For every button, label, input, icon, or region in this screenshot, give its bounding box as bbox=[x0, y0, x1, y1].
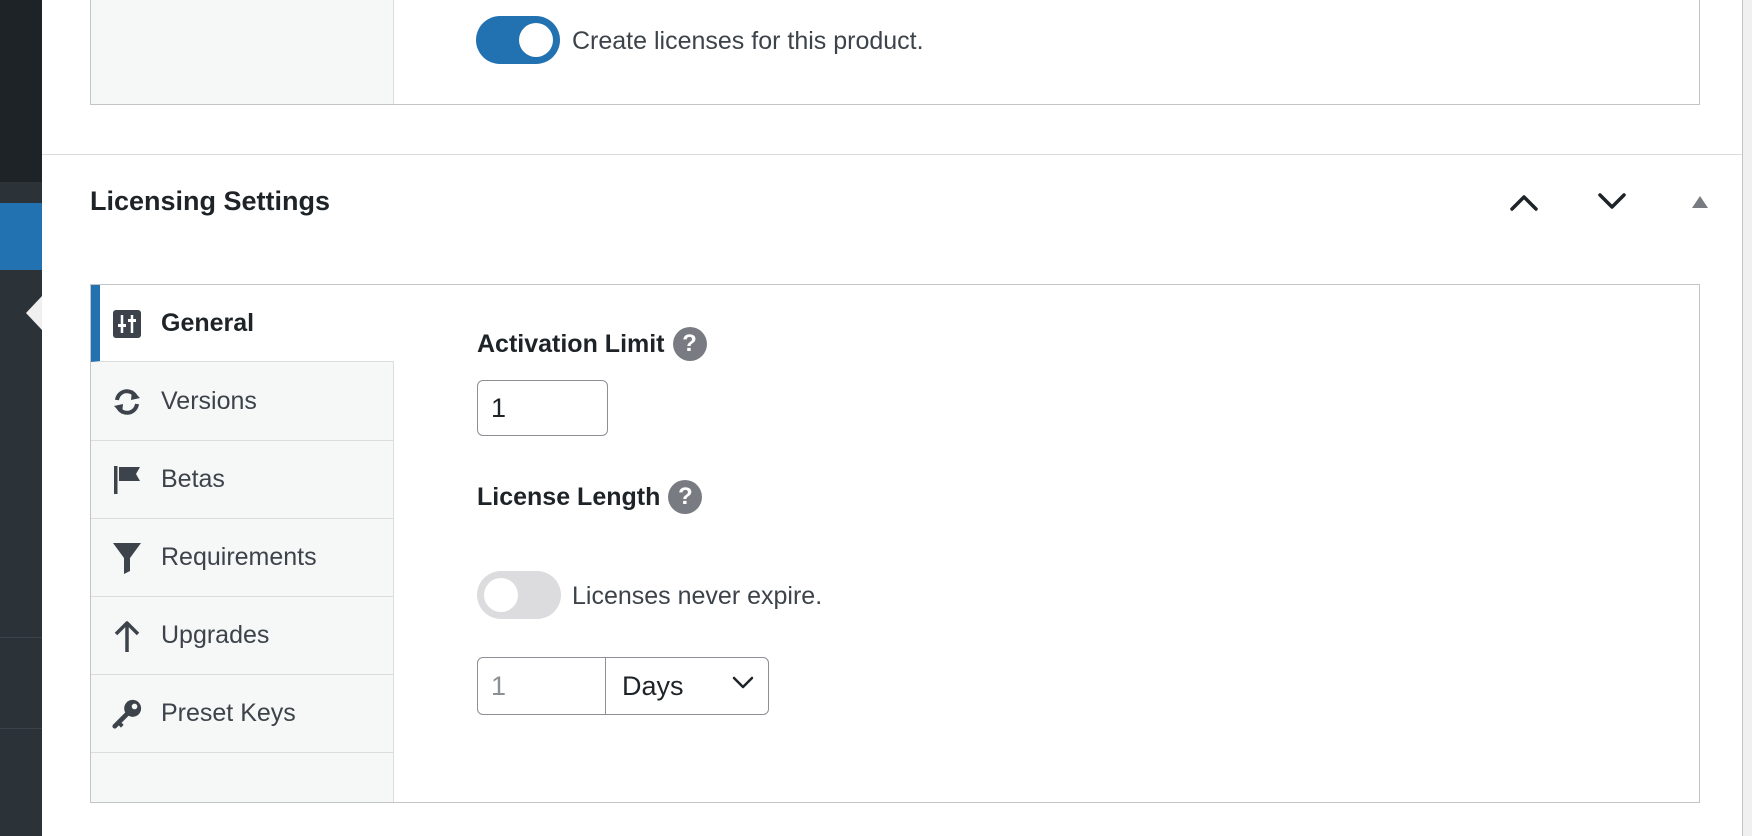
license-length-input[interactable] bbox=[478, 658, 606, 714]
settings-tab-list: General Versions Betas Requirements Upgr… bbox=[91, 285, 394, 802]
tab-betas[interactable]: Betas bbox=[91, 441, 393, 519]
license-length-label: License Length ? bbox=[477, 480, 703, 514]
never-expire-label: Licenses never expire. bbox=[572, 582, 823, 610]
move-down-button[interactable] bbox=[1588, 178, 1636, 226]
tab-label: General bbox=[161, 309, 255, 337]
chevron-down-icon bbox=[1598, 193, 1626, 209]
update-icon bbox=[111, 386, 143, 418]
licensing-settings-panel: General Versions Betas Requirements Upgr… bbox=[90, 284, 1700, 803]
admin-sidebar-dark-area bbox=[0, 0, 42, 182]
create-licenses-toggle[interactable] bbox=[476, 16, 560, 64]
license-length-control: Days bbox=[477, 657, 769, 715]
tab-label: Versions bbox=[161, 387, 257, 415]
move-up-button[interactable] bbox=[1500, 178, 1548, 226]
section-title: Licensing Settings bbox=[90, 186, 331, 216]
main-content: Create licenses for this product. Licens… bbox=[42, 0, 1743, 836]
toggle-knob bbox=[519, 23, 553, 57]
admin-menu-active-item[interactable] bbox=[0, 203, 42, 270]
license-length-unit-select[interactable]: Days bbox=[606, 658, 768, 714]
admin-menu-divider bbox=[0, 637, 42, 638]
product-options-label-column bbox=[91, 0, 394, 104]
admin-menu-divider bbox=[0, 728, 42, 729]
admin-sidebar bbox=[0, 0, 42, 836]
selected-unit: Days bbox=[622, 670, 684, 701]
help-icon[interactable]: ? bbox=[668, 480, 703, 514]
chevron-up-icon bbox=[1510, 195, 1538, 211]
help-icon[interactable]: ? bbox=[672, 327, 707, 361]
key-icon bbox=[111, 698, 143, 730]
triangle-up-icon bbox=[1692, 196, 1708, 208]
create-licenses-label: Create licenses for this product. bbox=[572, 27, 924, 55]
license-length-text: License Length bbox=[477, 482, 661, 511]
tab-general[interactable]: General bbox=[91, 285, 394, 362]
chevron-down-icon bbox=[732, 676, 754, 689]
tab-label: Preset Keys bbox=[161, 699, 296, 727]
tab-upgrades[interactable]: Upgrades bbox=[91, 597, 393, 675]
current-menu-pointer bbox=[26, 296, 42, 330]
tab-label: Requirements bbox=[161, 543, 317, 571]
arrow-up-icon bbox=[111, 620, 143, 652]
never-expire-toggle[interactable] bbox=[477, 571, 561, 619]
sliders-icon bbox=[111, 308, 143, 340]
tab-requirements[interactable]: Requirements bbox=[91, 519, 393, 597]
filter-icon bbox=[111, 542, 143, 574]
section-separator bbox=[42, 154, 1742, 155]
activation-limit-text: Activation Limit bbox=[477, 329, 665, 358]
toggle-knob bbox=[484, 578, 518, 612]
tab-label: Upgrades bbox=[161, 621, 270, 649]
tab-label: Betas bbox=[161, 465, 225, 493]
collapse-panel-button[interactable] bbox=[1676, 178, 1724, 226]
tab-preset-keys[interactable]: Preset Keys bbox=[91, 675, 393, 753]
flag-icon bbox=[111, 464, 143, 496]
activation-limit-input[interactable] bbox=[477, 380, 608, 436]
activation-limit-label: Activation Limit ? bbox=[477, 327, 707, 361]
tab-versions[interactable]: Versions bbox=[91, 363, 393, 441]
product-options-box: Create licenses for this product. bbox=[90, 0, 1700, 105]
